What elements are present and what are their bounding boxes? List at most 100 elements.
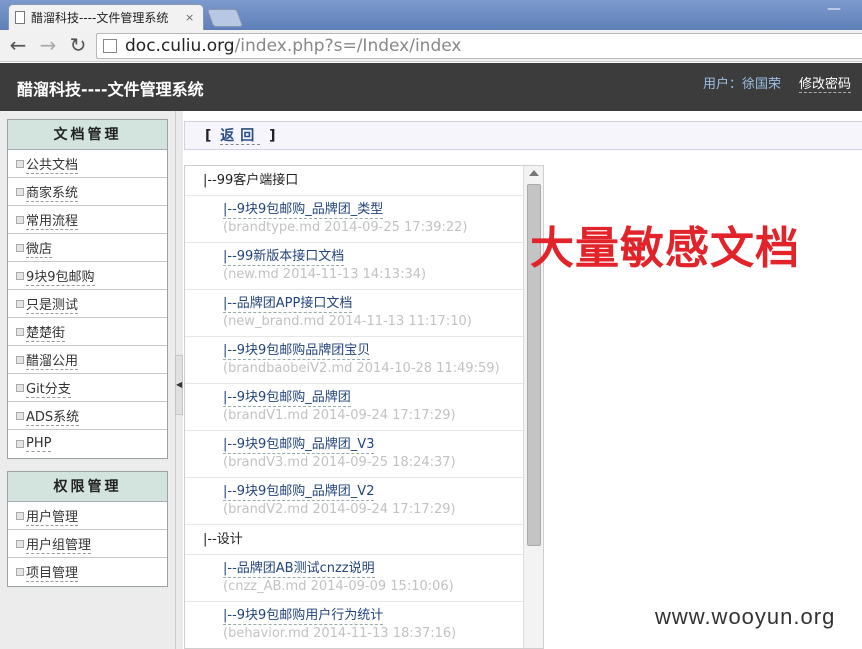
sidebar-item[interactable]: 项目管理 [8, 558, 167, 586]
sidebar-item-label[interactable]: 常用流程 [26, 210, 79, 230]
url-path: /index.php?s=/Index/index [234, 36, 462, 56]
bullet-icon [16, 511, 24, 520]
sidebar-item[interactable]: 楚楚街 [8, 318, 167, 346]
app-title: 醋溜科技----文件管理系统 [17, 80, 204, 99]
tab-close-icon[interactable]: × [185, 11, 194, 24]
bullet-icon [16, 243, 24, 252]
bullet-icon [16, 539, 24, 548]
bullet-icon [16, 159, 24, 168]
sidebar-item-label[interactable]: 只是测试 [26, 294, 79, 314]
doc-title-link[interactable]: |--9块9包邮购_品牌团 [223, 389, 351, 407]
scroll-up-arrow-icon[interactable] [529, 170, 539, 176]
sidebar-item[interactable]: 用户管理 [8, 502, 167, 530]
document-list: |--99客户端接口 |--9块9包邮购_品牌团_类型 (brandtype.md … [184, 165, 544, 649]
sidebar-item[interactable]: 醋溜公用 [8, 346, 167, 374]
sidebar-item[interactable]: 常用流程 [8, 206, 167, 234]
sidebar-item-label[interactable]: 楚楚街 [26, 322, 66, 342]
annotation-label: 大量敏感文档 [530, 223, 800, 274]
sidebar-item-label[interactable]: 微店 [26, 238, 53, 258]
sidebar-item-label[interactable]: 用户组管理 [26, 534, 92, 554]
page-info-icon [103, 39, 117, 53]
browser-tab-strip: 醋溜科技----文件管理系统 × — [0, 0, 862, 30]
permission-management-heading: 权限管理 [8, 472, 167, 502]
doc-list-item: |--99新版本接口文档 (new.md 2014-11-13 14:13:34) [185, 243, 523, 290]
bullet-icon [16, 271, 24, 280]
bullet-icon [16, 187, 24, 196]
doc-meta: (brandbaobeiV2.md 2014-10-28 11:49:59) [223, 361, 500, 376]
doc-meta: (new.md 2014-11-13 14:13:34) [223, 267, 427, 282]
back-arrow-icon[interactable]: ← [6, 34, 30, 58]
doc-title-link[interactable]: |--品牌团AB测试cnzz说明 [223, 560, 375, 578]
doc-list-item: |--9块9包邮购_品牌团 (brandV1.md 2014-09-24 17:1… [185, 384, 523, 431]
sidebar-item-label[interactable]: 项目管理 [26, 562, 79, 582]
back-link[interactable]: 返回 [220, 128, 261, 145]
sidebar-item-label[interactable]: 商家系统 [26, 182, 79, 202]
doc-meta: (brandV1.md 2014-09-24 17:17:29) [223, 408, 456, 423]
sidebar-item-label[interactable]: 公共文档 [26, 154, 79, 174]
sidebar-item[interactable]: 只是测试 [8, 290, 167, 318]
sidebar-item-label[interactable]: Git分支 [26, 378, 71, 398]
doc-meta: (behavior.md 2014-11-13 18:37:16) [223, 626, 457, 641]
doc-list-item: |--品牌团AB测试cnzz说明 (cnzz_AB.md 2014-09-09 1… [185, 555, 523, 602]
address-bar[interactable]: doc.culiu.org/index.php?s=/Index/index [96, 33, 862, 59]
sidebar-item-label[interactable]: ADS系统 [26, 406, 80, 426]
doc-list-item: |--9块9包邮购_品牌团_V2 (brandV2.md 2014-09-24 1… [185, 478, 523, 525]
doc-title-link[interactable]: |--9块9包邮购用户行为统计 [223, 607, 384, 625]
back-open-bracket: [ [205, 128, 212, 144]
sidebar-item[interactable]: Git分支 [8, 374, 167, 402]
doc-meta: (brandV3.md 2014-09-25 18:24:37) [223, 455, 456, 470]
doc-management-panel: 文档管理 公共文档商家系统常用流程微店 9块9包邮购 只是测试楚楚街醋溜公用 Git分… [7, 119, 168, 459]
bullet-icon [16, 299, 24, 308]
bullet-icon [16, 411, 24, 420]
doc-meta: (brandtype.md 2014-09-25 17:39:22) [223, 220, 468, 235]
sidebar-item[interactable]: 9块9包邮购 [8, 262, 167, 290]
doc-meta: (brandV2.md 2014-09-24 17:17:29) [223, 502, 456, 517]
user-label: 用户：徐国荣 [703, 77, 782, 92]
change-password-link[interactable]: 修改密码 [799, 73, 852, 93]
sidebar-item[interactable]: ADS系统 [8, 402, 167, 430]
sidebar-item[interactable]: 商家系统 [8, 178, 167, 206]
doc-list-item: |--9块9包邮购用户行为统计 (behavior.md 2014-11-13 1… [185, 602, 523, 648]
new-tab-button[interactable] [206, 9, 244, 27]
sidebar-item-label[interactable]: 用户管理 [26, 506, 79, 526]
doc-title-link[interactable]: |--9块9包邮购_品牌团_V3 [223, 436, 375, 454]
sidebar-item-label[interactable]: 醋溜公用 [26, 350, 79, 370]
doc-list-item: |--9块9包邮购_品牌团_V3 (brandV3.md 2014-09-25 1… [185, 431, 523, 478]
doc-list-item: |--品牌团APP接口文档 (new_brand.md 2014-11-13 11… [185, 290, 523, 337]
doc-list-item: |--9块9包邮购_品牌团_类型 (brandtype.md 2014-09-25… [185, 196, 523, 243]
browser-toolbar: ← → ↻ doc.culiu.org/index.php?s=/Index/i… [0, 30, 862, 62]
app-header: 醋溜科技----文件管理系统 用户：徐国荣 修改密码 [0, 63, 862, 111]
tab-title: 醋溜科技----文件管理系统 [31, 11, 169, 25]
doc-title-link[interactable]: |--9块9包邮购_品牌团_V2 [223, 483, 375, 501]
doc-group-heading: |--99客户端接口 [185, 166, 523, 196]
doc-meta: (new_brand.md 2014-11-13 11:17:10) [223, 314, 472, 329]
bullet-icon [16, 568, 24, 576]
doc-title-link[interactable]: |--9块9包邮购品牌团宝贝 [223, 342, 371, 360]
browser-tab[interactable]: 醋溜科技----文件管理系统 × [8, 4, 204, 30]
sidebar-item-label[interactable]: 9块9包邮购 [26, 266, 95, 286]
page-icon [15, 11, 25, 24]
doc-title-link[interactable]: |--99新版本接口文档 [223, 248, 345, 266]
doc-management-heading: 文档管理 [8, 120, 167, 150]
reload-icon[interactable]: ↻ [66, 34, 90, 58]
doc-group-heading: |--设计 [185, 525, 523, 555]
bullet-icon [16, 215, 24, 224]
watermark: www.wooyun.org [655, 604, 836, 629]
back-close-bracket: ] [269, 128, 276, 144]
sidebar-item[interactable]: PHP [8, 430, 167, 458]
sidebar-item[interactable]: 公共文档 [8, 150, 167, 178]
doc-list-item: |--9块9包邮购品牌团宝贝 (brandbaobeiV2.md 2014-10-… [185, 337, 523, 384]
bullet-icon [16, 327, 24, 336]
bullet-icon [16, 440, 24, 448]
doc-title-link[interactable]: |--品牌团APP接口文档 [223, 295, 353, 313]
url-host: doc.culiu.org [125, 36, 235, 56]
sidebar-item[interactable]: 微店 [8, 234, 167, 262]
forward-arrow-icon[interactable]: → [36, 34, 60, 58]
sidebar-item-label[interactable]: PHP [26, 436, 52, 452]
doc-title-link[interactable]: |--9块9包邮购_品牌团_类型 [223, 201, 384, 219]
minimize-icon[interactable]: — [822, 2, 846, 20]
sidebar: 文档管理 公共文档商家系统常用流程微店 9块9包邮购 只是测试楚楚街醋溜公用 Git分… [0, 111, 175, 649]
collapse-sidebar-icon[interactable]: ◀ [175, 355, 183, 415]
sidebar-item[interactable]: 用户组管理 [8, 530, 167, 558]
bullet-icon [16, 355, 24, 364]
